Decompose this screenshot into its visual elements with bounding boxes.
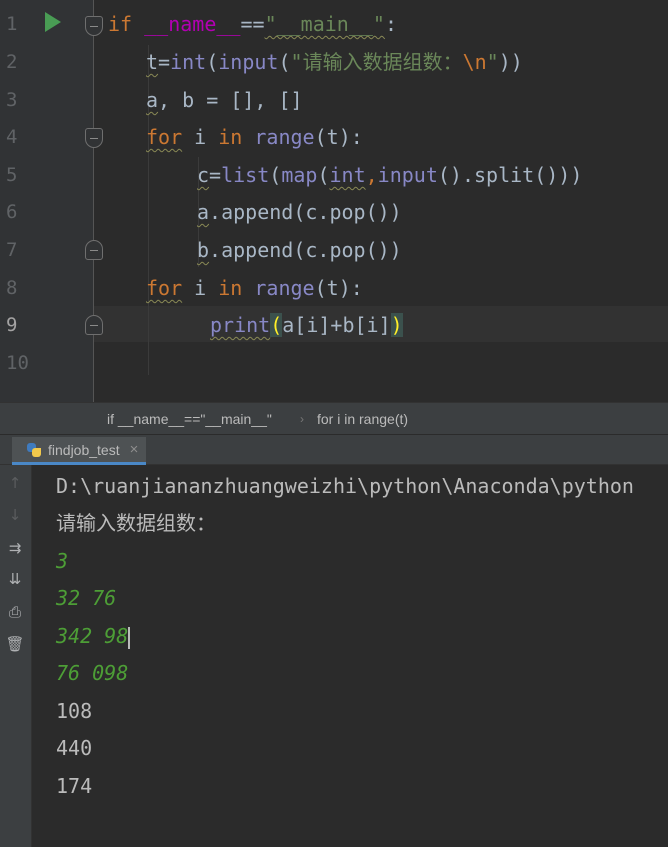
code-line-7: b.append(c.pop()) [197, 238, 402, 262]
code-line-8: for i in range(t): [146, 276, 363, 300]
line-number: 1 [6, 13, 18, 35]
code-line-9: print(a[i]+b[i]) [210, 313, 403, 337]
code-line-2: t=int(input("请输入数据组数：\n")) [146, 50, 523, 74]
console-input-line: 3 [56, 549, 69, 573]
line-number: 5 [6, 164, 18, 186]
run-gutter-icon[interactable] [45, 12, 61, 32]
code-editor[interactable]: 1 2 3 4 5 6 7 8 9 10 if __name__=="__mai… [0, 0, 668, 402]
console-path-line: D:\ruanjiananzhuangweizhi\python\Anacond… [56, 474, 634, 498]
tab-findjob-test[interactable]: findjob_test × [12, 437, 147, 465]
console-output-line: 108 [56, 699, 93, 723]
arrow-down-icon[interactable]: ↓ [5, 505, 25, 525]
fold-open-icon[interactable] [85, 16, 103, 36]
console-input-line: 32 76 [56, 586, 117, 610]
scroll-to-end-icon[interactable]: ⇊ [5, 569, 25, 589]
close-icon[interactable]: × [130, 437, 139, 463]
line-number: 6 [6, 201, 18, 223]
breadcrumb-separator: › [300, 412, 304, 426]
line-number: 2 [6, 51, 18, 73]
arrow-up-icon[interactable]: ↑ [5, 473, 25, 493]
soft-wrap-icon[interactable]: ⇉ [5, 538, 25, 558]
console-input-line: 342 98 [56, 624, 131, 649]
console-output[interactable]: D:\ruanjiananzhuangweizhi\python\Anacond… [32, 465, 668, 847]
console-prompt-line: 请输入数据组数： [56, 511, 216, 535]
code-line-4: for i in range(t): [146, 125, 363, 149]
line-number-current: 9 [6, 314, 18, 336]
breadcrumb-item-if[interactable]: if __name__=="__main__" [107, 411, 272, 427]
console-input-line: 76 098 [56, 661, 129, 685]
fold-open-icon[interactable] [85, 128, 103, 148]
run-toolbar: ↑ ↓ ⇉ ⇊ ⎙ 🗑 [0, 465, 32, 847]
line-number: 3 [6, 89, 18, 111]
line-number: 4 [6, 126, 18, 148]
line-number: 8 [6, 277, 18, 299]
line-number: 10 [6, 352, 29, 374]
console-output-line: 174 [56, 774, 93, 798]
python-icon [26, 442, 42, 458]
fold-close-icon[interactable] [85, 315, 103, 335]
code-line-3: a, b = [], [] [146, 88, 303, 112]
breadcrumb-item-for[interactable]: for i in range(t) [317, 411, 408, 427]
code-line-5: c=list(map(int,input().split())) [197, 163, 583, 187]
fold-close-icon[interactable] [85, 240, 103, 260]
breadcrumb: if __name__=="__main__" › for i in range… [0, 402, 668, 434]
trash-icon[interactable]: 🗑 [5, 634, 25, 654]
text-caret [128, 626, 131, 649]
print-icon[interactable]: ⎙ [5, 602, 25, 622]
code-line-1: if __name__=="__main__": [108, 12, 398, 36]
line-number: 7 [6, 239, 18, 261]
tab-label: findjob_test [48, 441, 120, 458]
code-line-6: a.append(c.pop()) [197, 200, 402, 224]
editor-gutter: 1 2 3 4 5 6 7 8 9 10 [0, 0, 103, 402]
run-tab-bar: findjob_test × [0, 434, 668, 465]
console-output-line: 440 [56, 736, 93, 760]
